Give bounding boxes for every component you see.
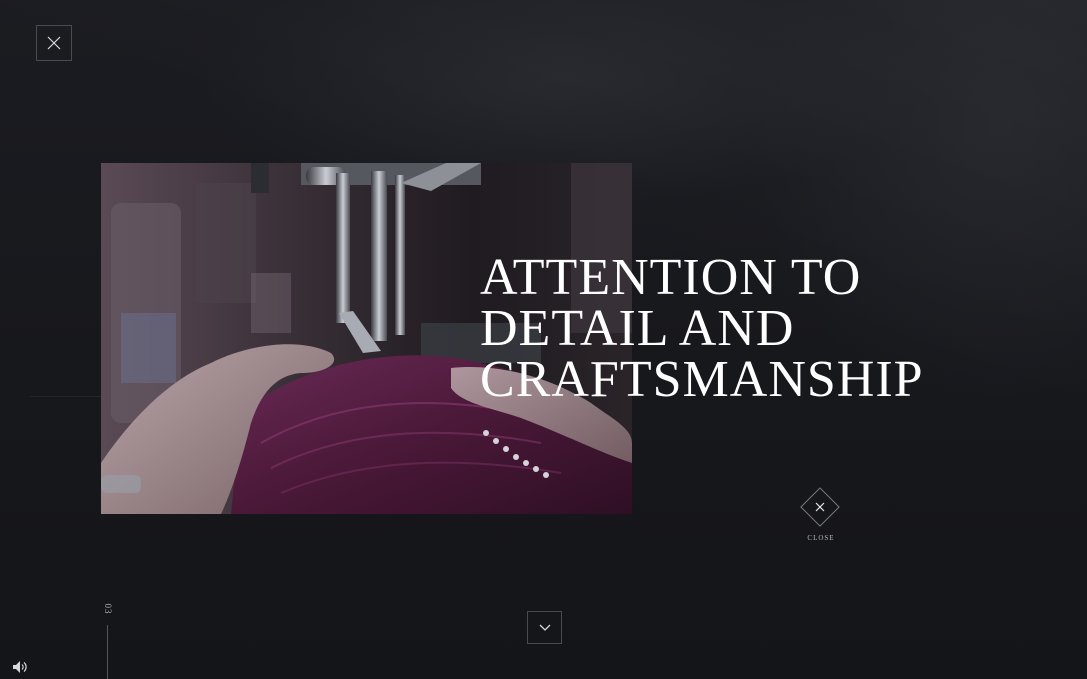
close-icon [815,502,825,512]
headline-line-2: DETAIL AND [480,300,795,357]
slide-progress-line [107,625,108,679]
section-headline: ATTENTION TO DETAIL AND CRAFTSMANSHIP [480,249,1060,408]
headline-line-3: CRAFTSMANSHIP [480,351,924,408]
close-overlay-button[interactable] [36,25,72,61]
headline-line-1: ATTENTION TO [480,249,862,306]
slide-number: 03 [103,603,113,615]
close-story-button[interactable] [800,487,840,527]
scroll-down-button[interactable] [527,611,562,644]
chevron-down-icon [539,624,550,631]
decorative-rule [30,396,101,397]
speaker-icon [13,661,27,673]
close-icon [47,36,61,50]
sound-toggle-button[interactable] [12,660,28,674]
fullscreen-story-overlay: ATTENTION TO DETAIL AND CRAFTSMANSHIP CL… [0,0,1087,679]
close-label: CLOSE [807,534,835,542]
